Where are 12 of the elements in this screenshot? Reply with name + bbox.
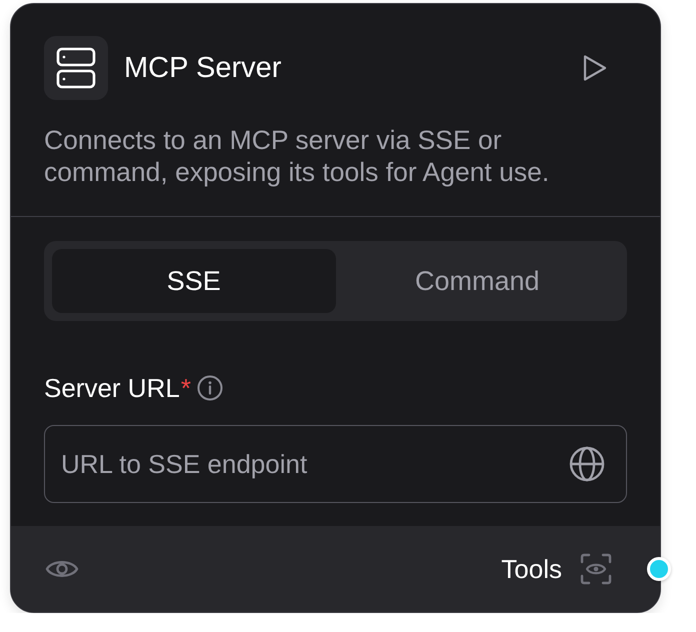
mode-tab[interactable]: Command bbox=[336, 249, 619, 313]
mode-tab[interactable]: SSE bbox=[52, 249, 336, 313]
info-icon[interactable] bbox=[196, 375, 223, 401]
field-label: Server URL bbox=[44, 373, 180, 403]
connection-handle[interactable] bbox=[647, 557, 671, 581]
output-label: Tools bbox=[501, 554, 562, 584]
url-input[interactable]: URL to SSE endpoint bbox=[44, 425, 627, 503]
required-mark: * bbox=[180, 373, 191, 403]
node-description: Connects to an MCP server via SSE or command, exposing its tools for Agent use. bbox=[44, 124, 550, 188]
scan-eye-icon[interactable] bbox=[580, 553, 612, 585]
node-title: MCP Server bbox=[124, 50, 282, 86]
globe-icon bbox=[569, 446, 605, 482]
